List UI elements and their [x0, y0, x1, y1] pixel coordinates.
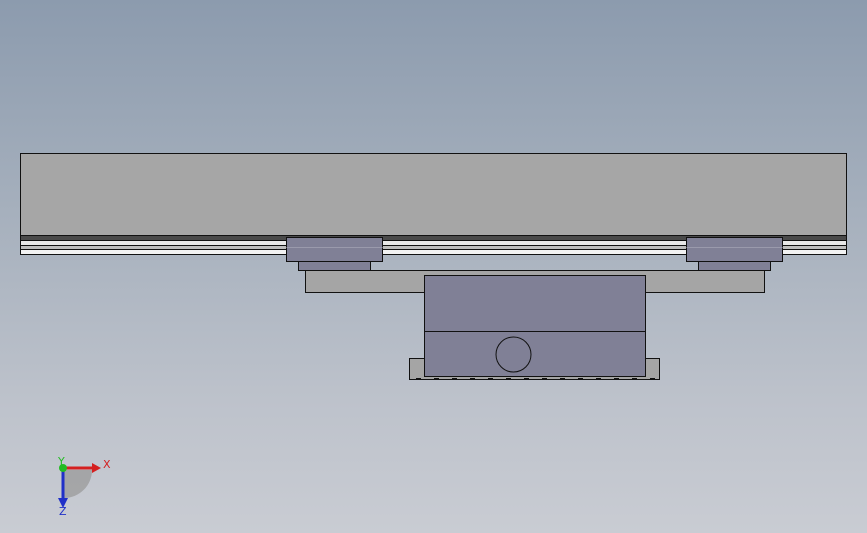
- slider-block-left-base: [298, 261, 371, 271]
- slider-block-right[interactable]: [686, 237, 783, 271]
- graphics-viewport[interactable]: X Y Z: [0, 0, 867, 533]
- x-axis-arrow-icon: [92, 463, 101, 473]
- model-view[interactable]: X Y Z: [0, 0, 867, 533]
- view-triad[interactable]: X Y Z: [57, 455, 111, 518]
- y-axis-label: Y: [57, 455, 65, 468]
- rail-body: [20, 153, 847, 236]
- motor-shaft-circle: [495, 336, 532, 373]
- motor-housing[interactable]: [424, 275, 646, 377]
- triad-shadow: [64, 470, 92, 498]
- slider-block-right-base: [698, 261, 771, 271]
- motor-housing-upper: [424, 275, 646, 332]
- slider-block-right-top: [686, 237, 783, 262]
- z-axis-label: Z: [59, 505, 67, 518]
- motor-housing-lower: [424, 331, 646, 377]
- slider-block-left-top: [286, 237, 383, 262]
- slider-block-left[interactable]: [286, 237, 383, 271]
- x-axis-label: X: [103, 458, 111, 471]
